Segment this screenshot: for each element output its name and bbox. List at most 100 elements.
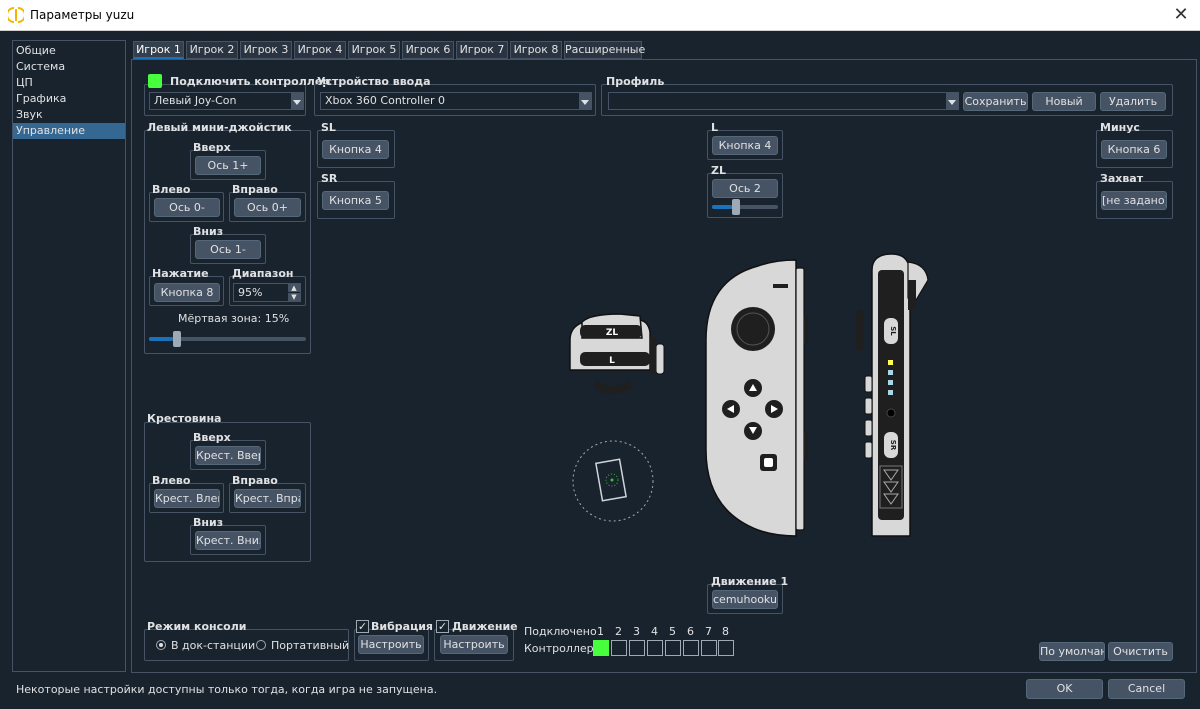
controller-number-5: 5 xyxy=(669,625,676,638)
controller-slot-2[interactable] xyxy=(611,640,627,656)
docked-radio[interactable] xyxy=(156,640,166,650)
tab-player-8[interactable]: Игрок 8 xyxy=(510,41,562,59)
dpad-down-label: Вниз xyxy=(193,516,224,529)
motion-label: Движение 1 xyxy=(711,575,789,588)
sidebar-item-general[interactable]: Общие xyxy=(13,43,125,59)
zl-threshold-handle[interactable] xyxy=(732,199,740,215)
vibration-label: Вибрация xyxy=(371,620,433,633)
ok-button[interactable]: OK xyxy=(1026,679,1103,699)
cancel-button[interactable]: Cancel xyxy=(1108,679,1185,699)
stick-down-label: Вниз xyxy=(193,225,224,238)
stick-left-label: Влево xyxy=(152,183,191,196)
handheld-radio[interactable] xyxy=(256,640,266,650)
sl-text: SL xyxy=(889,326,897,336)
profile-save-button[interactable]: Сохранить xyxy=(963,92,1028,111)
sr-label: SR xyxy=(321,172,338,185)
clear-button[interactable]: Очистить xyxy=(1108,642,1173,661)
trigger-view-icon: ZL L xyxy=(569,313,665,394)
controller-slot-3[interactable] xyxy=(629,640,645,656)
connected-label: Подключено xyxy=(524,625,597,638)
controller-slot-6[interactable] xyxy=(683,640,699,656)
zl-button[interactable]: Ось 2 xyxy=(712,179,778,198)
l-button[interactable]: Кнопка 4 xyxy=(712,136,778,155)
tab-player-1[interactable]: Игрок 1 xyxy=(133,41,184,59)
joycon-illustration: ZL L SL SR xyxy=(569,253,929,537)
connect-label: Подключить контроллер xyxy=(170,75,331,88)
l-label: L xyxy=(711,121,719,134)
motion-button[interactable]: cemuhookudp xyxy=(712,590,778,609)
controller-number-3: 3 xyxy=(633,625,640,638)
sl-button[interactable]: Кнопка 4 xyxy=(322,140,389,159)
tab-player-4[interactable]: Игрок 4 xyxy=(294,41,346,59)
sidebar-item-system[interactable]: Система xyxy=(13,59,125,75)
close-icon[interactable]: ✕ xyxy=(1168,3,1194,27)
sidebar-item-cpu[interactable]: ЦП xyxy=(13,75,125,91)
stick-range-spinbox[interactable]: 95% ▲ ▼ xyxy=(233,283,301,302)
stick-up-button[interactable]: Ось 1+ xyxy=(195,156,261,175)
dpad-right-label: Вправо xyxy=(232,474,278,487)
input-device-label: Устройство ввода xyxy=(317,75,431,88)
controller-slot-4[interactable] xyxy=(647,640,663,656)
dpad-left-button[interactable]: Крест. Влево xyxy=(154,489,220,508)
stick-left-button[interactable]: Ось 0- xyxy=(154,198,220,217)
profile-new-button[interactable]: Новый xyxy=(1032,92,1096,111)
motion-checkbox[interactable]: ✓ xyxy=(436,620,449,633)
controller-slot-7[interactable] xyxy=(701,640,717,656)
stick-press-button[interactable]: Кнопка 8 xyxy=(154,283,220,302)
yuzu-logo-icon xyxy=(8,7,24,23)
profile-delete-button[interactable]: Удалить xyxy=(1100,92,1166,111)
sidebar-item-controls[interactable]: Управление xyxy=(13,123,125,139)
motion-configure-button[interactable]: Настроить xyxy=(440,635,508,654)
controller-number-4: 4 xyxy=(651,625,658,638)
dpad-down-button[interactable]: Крест. Вниз xyxy=(195,531,261,550)
minus-button[interactable]: Кнопка 6 xyxy=(1101,140,1167,159)
capture-button[interactable]: [не задано] xyxy=(1101,191,1167,210)
controller-number-6: 6 xyxy=(687,625,694,638)
stick-right-label: Вправо xyxy=(232,183,278,196)
controller-number-8: 8 xyxy=(722,625,729,638)
deadzone-slider-handle[interactable] xyxy=(173,331,181,347)
chevron-down-icon xyxy=(579,93,591,109)
dpad-left-label: Влево xyxy=(152,474,191,487)
motion-group-label: Движение xyxy=(452,620,518,633)
vibration-checkbox[interactable]: ✓ xyxy=(356,620,369,633)
docked-label: В док-станции xyxy=(171,639,256,652)
connect-checkbox[interactable] xyxy=(148,74,162,88)
spin-up-icon[interactable]: ▲ xyxy=(288,284,300,292)
tab-player-2[interactable]: Игрок 2 xyxy=(186,41,238,59)
controller-slot-5[interactable] xyxy=(665,640,681,656)
sidebar-item-audio[interactable]: Звук xyxy=(13,107,125,123)
stick-range-value: 95% xyxy=(238,286,263,299)
joycon-side-icon: SL SR xyxy=(856,253,929,537)
tab-player-7[interactable]: Игрок 7 xyxy=(456,41,508,59)
dpad-up-button[interactable]: Крест. Вверх xyxy=(195,446,261,465)
spin-down-icon[interactable]: ▼ xyxy=(288,293,300,301)
defaults-button[interactable]: По умолчанию xyxy=(1039,642,1105,661)
controller-slot-8[interactable] xyxy=(718,640,734,656)
controller-slot-1[interactable] xyxy=(593,640,609,656)
dpad-title: Крестовина xyxy=(147,412,222,425)
sidebar-item-graphics[interactable]: Графика xyxy=(13,91,125,107)
vibration-configure-button[interactable]: Настроить xyxy=(358,635,424,654)
input-device-select[interactable]: Xbox 360 Controller 0 xyxy=(320,92,592,110)
profile-select[interactable] xyxy=(608,92,959,110)
window-titlebar: Параметры yuzu ✕ xyxy=(0,0,1200,31)
dpad-right-button[interactable]: Крест. Вправо xyxy=(234,489,301,508)
sr-text: SR xyxy=(889,440,897,451)
tab-player-3[interactable]: Игрок 3 xyxy=(240,41,292,59)
stick-press-label: Нажатие xyxy=(152,267,209,280)
chevron-down-icon xyxy=(946,93,958,109)
profile-label: Профиль xyxy=(606,75,665,88)
sr-button[interactable]: Кнопка 5 xyxy=(322,191,389,210)
stick-right-button[interactable]: Ось 0+ xyxy=(234,198,301,217)
controllers-label: Контроллеры xyxy=(524,642,603,655)
footer-note: Некоторые настройки доступны только тогд… xyxy=(16,683,438,696)
tab-advanced[interactable]: Расширенные xyxy=(564,41,645,59)
deadzone-label: Мёртвая зона: 15% xyxy=(178,312,290,325)
controller-type-select[interactable]: Левый Joy-Con xyxy=(149,92,304,110)
zl-threshold-fill xyxy=(712,205,732,209)
console-mode-title: Режим консоли xyxy=(147,620,247,633)
stick-down-button[interactable]: Ось 1- xyxy=(195,240,261,259)
tab-player-6[interactable]: Игрок 6 xyxy=(402,41,454,59)
tab-player-5[interactable]: Игрок 5 xyxy=(348,41,400,59)
